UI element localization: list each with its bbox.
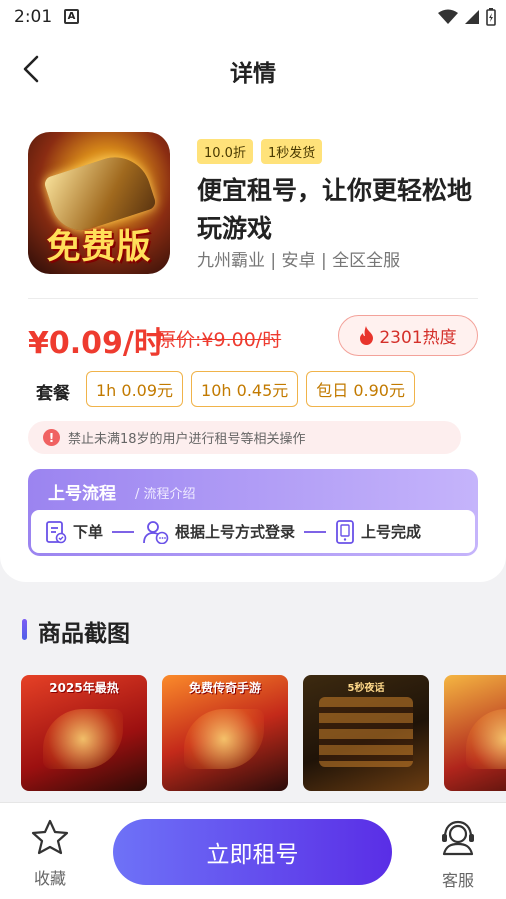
flow-step-label: 上号完成: [361, 523, 422, 541]
app-icon-label: 免费版: [46, 227, 152, 267]
tablet-icon: [336, 519, 354, 544]
heat-badge: 2301热度: [338, 315, 478, 356]
screenshot-art: [466, 709, 506, 769]
flow-step-label: 下单: [73, 523, 104, 541]
battery-icon: [486, 8, 496, 26]
headset-icon: [442, 820, 474, 856]
discount-tag: 10.0折: [197, 139, 253, 164]
favorite-label: 收藏: [33, 869, 66, 888]
favorite-button[interactable]: 收藏: [24, 819, 76, 889]
screenshots-title: 商品截图: [38, 621, 130, 647]
screenshot-thumb[interactable]: 2025年最热: [21, 675, 147, 791]
fire-icon: [360, 326, 374, 345]
wifi-icon: [438, 9, 458, 24]
detail-card: 免费版 10.0折 1秒发货 便宜租号，让你更轻松地玩游戏 九州霸业 | 安卓 …: [0, 104, 506, 582]
notification-icon: A: [64, 9, 79, 24]
flow-title: 上号流程: [48, 484, 116, 504]
section-accent: [22, 619, 27, 640]
star-icon: [31, 819, 69, 855]
app-name: 便宜租号，让你更轻松地玩游戏: [197, 176, 473, 243]
plan-option-day[interactable]: 包日 0.90元: [306, 371, 415, 407]
service-label: 客服: [441, 871, 474, 890]
alert-icon: !: [43, 429, 60, 446]
plan-list: 1h 0.09元 10h 0.45元 包日 0.90元: [86, 371, 415, 407]
plan-label: 套餐: [36, 384, 70, 404]
delivery-tag: 1秒发货: [260, 139, 323, 164]
screenshot-art: [319, 697, 413, 767]
status-bar: 2:01 A: [0, 0, 506, 34]
status-time: 2:01: [14, 7, 53, 27]
user-login-icon: [143, 520, 169, 544]
tag-list: 10.0折 1秒发货: [197, 139, 323, 164]
status-icons: [438, 8, 496, 26]
plan-option-1h[interactable]: 1h 0.09元: [86, 371, 184, 407]
age-warning: ! 禁止未满18岁的用户进行租号等相关操作: [28, 421, 461, 454]
flow-separator: [304, 530, 327, 533]
app-meta: 九州霸业 | 安卓 | 全区全服: [197, 251, 401, 271]
screenshot-carousel[interactable]: 2025年最热 免费传奇手游 5秒夜话: [21, 675, 506, 791]
flow-step-login: 根据上号方式登录: [143, 520, 295, 544]
flow-step-label: 根据上号方式登录: [175, 523, 296, 541]
flow-steps: 下单 根据上号方式登录 上号完成: [31, 510, 475, 553]
nav-bar: 详情: [0, 34, 506, 104]
heat-text: 2301热度: [379, 328, 457, 348]
screenshot-caption: 2025年最热: [49, 681, 119, 695]
original-price: 原价:¥9.00/时: [157, 329, 282, 351]
page-title: 详情: [230, 61, 276, 87]
screenshot-thumb[interactable]: [444, 675, 506, 791]
screenshot-caption: 免费传奇手游: [188, 681, 261, 695]
flow-step-done: 上号完成: [335, 519, 422, 544]
app-icon: 免费版: [28, 132, 170, 274]
divider: [28, 298, 478, 299]
order-icon: [46, 520, 67, 543]
flow-step-order: 下单: [45, 520, 103, 544]
login-flow: 上号流程 / 流程介绍 下单 根据上号方式登录 上号完成: [28, 469, 478, 556]
screenshot-thumb[interactable]: 免费传奇手游: [162, 675, 288, 791]
bottom-bar: 收藏 立即租号 客服: [0, 802, 506, 899]
cellular-icon: [465, 10, 479, 24]
warning-text: 禁止未满18岁的用户进行租号等相关操作: [68, 432, 306, 447]
screenshot-caption: 5秒夜话: [347, 683, 385, 694]
flow-intro-link[interactable]: / 流程介绍: [135, 483, 196, 502]
screenshot-thumb[interactable]: 5秒夜话: [303, 675, 429, 791]
customer-service-button[interactable]: 客服: [432, 819, 484, 891]
rent-now-button[interactable]: 立即租号: [113, 819, 392, 885]
price: ¥0.09/时: [28, 326, 164, 361]
screenshot-art: [43, 709, 123, 769]
flow-separator: [112, 530, 135, 533]
screenshot-art: [184, 709, 264, 769]
plan-option-10h[interactable]: 10h 0.45元: [191, 371, 299, 407]
